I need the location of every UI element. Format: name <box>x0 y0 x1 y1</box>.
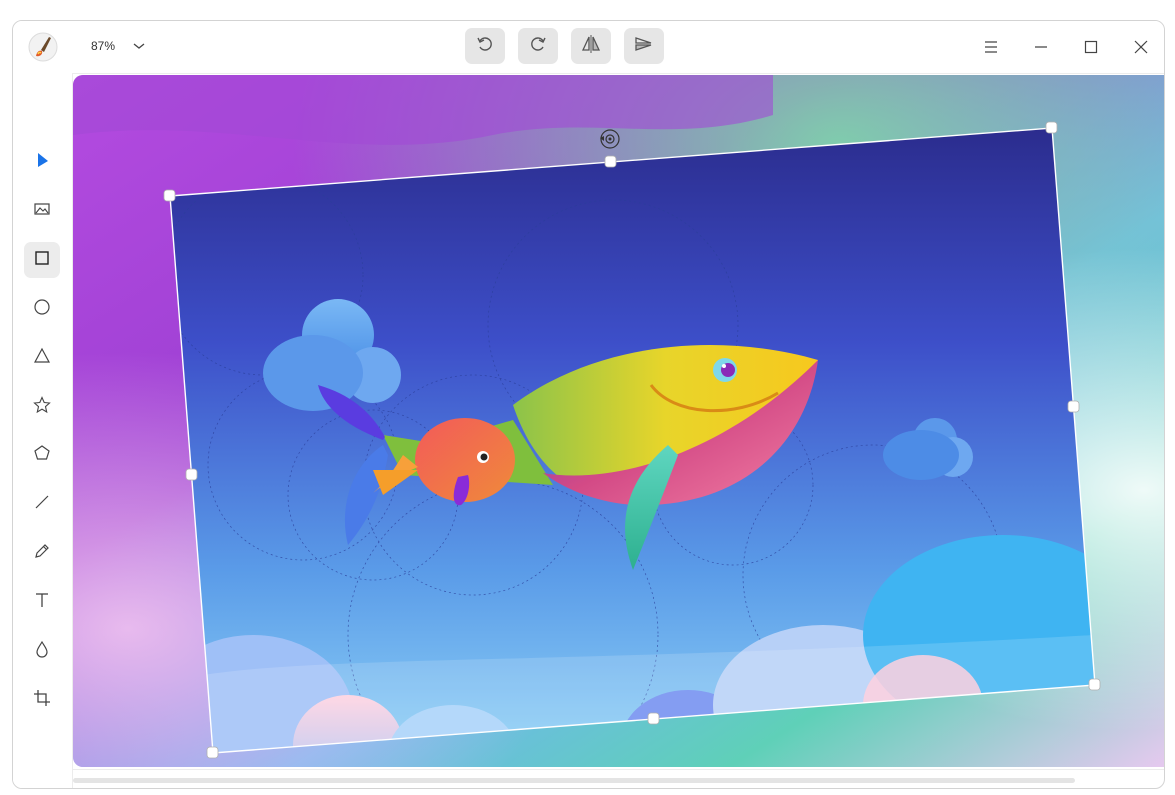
flip-horizontal-button[interactable] <box>571 28 611 64</box>
triangle-icon <box>33 347 51 370</box>
resize-handle-top-right[interactable] <box>1045 121 1058 134</box>
resize-handle-right[interactable] <box>1067 400 1080 413</box>
rotate-right-icon <box>528 34 548 59</box>
blur-tool[interactable] <box>24 633 60 669</box>
resize-handle-left[interactable] <box>185 468 198 481</box>
minimize-icon[interactable] <box>1029 35 1053 59</box>
resize-handle-bottom-left[interactable] <box>206 746 219 759</box>
flip-vertical-icon <box>633 34 655 59</box>
crop-icon <box>33 689 51 712</box>
drop-icon <box>33 640 51 663</box>
drawing-canvas[interactable] <box>73 75 1164 767</box>
circle-icon <box>33 298 51 321</box>
horizontal-scrollbar[interactable] <box>73 778 1075 783</box>
select-tool[interactable] <box>24 144 60 180</box>
close-icon[interactable] <box>1129 35 1153 59</box>
canvas-bottom-divider <box>73 769 1164 770</box>
line-icon <box>33 493 51 516</box>
image-tool[interactable] <box>24 193 60 229</box>
resize-handle-bottom-right[interactable] <box>1088 678 1101 691</box>
resize-handle-top-left[interactable] <box>163 189 176 202</box>
paintbrush-app-icon[interactable] <box>27 31 59 63</box>
title-bar: 87% <box>13 21 1164 74</box>
pencil-icon <box>33 542 51 565</box>
text-tool[interactable] <box>24 584 60 620</box>
crop-tool[interactable] <box>24 682 60 718</box>
chevron-down-icon[interactable] <box>131 38 147 54</box>
app-window: 87% <box>12 20 1165 789</box>
star-tool[interactable] <box>24 389 60 425</box>
rotate-left-icon <box>475 34 495 59</box>
rectangle-icon <box>33 249 51 272</box>
zoom-level[interactable]: 87% <box>91 39 115 53</box>
text-icon <box>33 591 51 614</box>
resize-handle-bottom[interactable] <box>647 712 660 725</box>
pencil-tool[interactable] <box>24 535 60 571</box>
redo-button[interactable] <box>518 28 558 64</box>
pentagon-icon <box>33 444 51 467</box>
tool-sidebar <box>13 73 73 788</box>
rectangle-tool[interactable] <box>24 242 60 278</box>
hamburger-menu-icon[interactable] <box>979 35 1003 59</box>
flip-horizontal-icon <box>580 34 602 59</box>
polygon-tool[interactable] <box>24 437 60 473</box>
flip-vertical-button[interactable] <box>624 28 664 64</box>
star-icon <box>33 395 51 419</box>
image-icon <box>33 200 51 223</box>
ellipse-tool[interactable] <box>24 291 60 327</box>
maximize-icon[interactable] <box>1079 35 1103 59</box>
line-tool[interactable] <box>24 486 60 522</box>
resize-handle-top[interactable] <box>604 155 617 168</box>
undo-button[interactable] <box>465 28 505 64</box>
triangle-tool[interactable] <box>24 340 60 376</box>
cursor-icon <box>33 151 51 174</box>
canvas-artwork <box>73 75 1164 767</box>
